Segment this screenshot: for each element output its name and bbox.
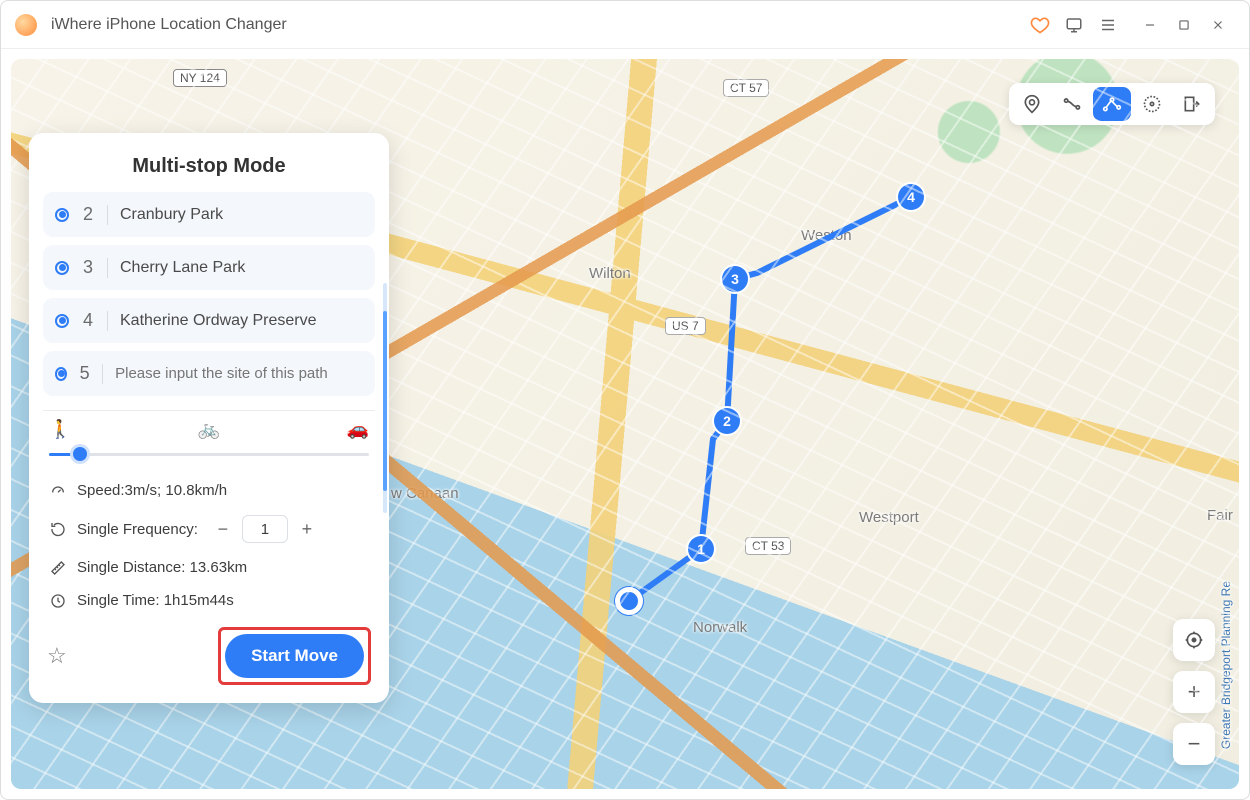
- frequency-decrement-button[interactable]: −: [212, 518, 234, 540]
- stop-row[interactable]: 2 Cranbury Park: [43, 192, 375, 237]
- map-shield-us7: US 7: [665, 317, 706, 335]
- map-label-norwalk: Norwalk: [693, 619, 747, 636]
- recenter-button[interactable]: [1173, 619, 1215, 661]
- map-shield-ny124: NY 124: [173, 69, 227, 87]
- map-label-westport: Westport: [859, 509, 919, 526]
- panel-scrollbar[interactable]: [383, 283, 387, 513]
- stop-row[interactable]: 4 Katherine Ordway Preserve: [43, 298, 375, 343]
- favorite-star-icon[interactable]: ☆: [47, 643, 67, 669]
- route-marker-1: 1: [688, 536, 714, 562]
- zoom-in-button[interactable]: +: [1173, 671, 1215, 713]
- map-attribution: Greater Bridgeport Planning Re: [1219, 581, 1233, 749]
- walk-icon[interactable]: 🚶: [49, 419, 71, 440]
- map-label-weston: Weston: [801, 227, 852, 244]
- mode-teleport-button[interactable]: [1013, 87, 1051, 121]
- window-minimize-icon[interactable]: [1133, 8, 1167, 42]
- car-icon[interactable]: 🚗: [347, 419, 369, 440]
- mode-two-spot-button[interactable]: [1053, 87, 1091, 121]
- route-marker-4: 4: [898, 184, 924, 210]
- route-marker-3: 3: [722, 266, 748, 292]
- stop-input[interactable]: [115, 365, 363, 382]
- app-window: iWhere iPhone Location Changer Wilton We…: [0, 0, 1250, 800]
- stop-row-pending[interactable]: 5: [43, 351, 375, 396]
- map-label-fair: Fair: [1207, 507, 1233, 524]
- window-close-icon[interactable]: [1201, 8, 1235, 42]
- route-marker-2: 2: [714, 408, 740, 434]
- stop-label: Cranbury Park: [120, 206, 223, 224]
- stop-number: 5: [79, 363, 90, 384]
- slider-thumb[interactable]: [73, 447, 87, 461]
- map-label-canaan: w Canaan: [391, 485, 459, 502]
- upgrade-icon[interactable]: [1023, 8, 1057, 42]
- distance-row: Single Distance: 13.63km: [39, 551, 379, 584]
- zoom-out-button[interactable]: −: [1173, 723, 1215, 765]
- multistop-panel: Multi-stop Mode 2 Cranbury Park 3 Cherry La…: [29, 133, 389, 703]
- map-shield-ct53: CT 53: [745, 537, 791, 555]
- app-title: iWhere iPhone Location Changer: [51, 16, 287, 34]
- stop-number: 2: [81, 204, 95, 225]
- panel-title: Multi-stop Mode: [39, 155, 379, 178]
- ruler-icon: [49, 560, 67, 576]
- mode-toolbar: [1009, 83, 1215, 125]
- feedback-icon[interactable]: [1057, 8, 1091, 42]
- app-logo-icon: [15, 14, 37, 36]
- speed-mode-icons: 🚶 🚲 🚗: [39, 419, 379, 440]
- time-row: Single Time: 1h15m44s: [39, 584, 379, 617]
- radio-icon: [55, 367, 67, 381]
- frequency-row: Single Frequency: − 1 +: [39, 507, 379, 551]
- gauge-icon: [49, 483, 67, 499]
- map-shield-ct57: CT 57: [723, 79, 769, 97]
- bike-icon[interactable]: 🚲: [198, 419, 220, 440]
- stop-number: 4: [81, 310, 95, 331]
- route-start-dot: [620, 592, 638, 610]
- speed-readout: Speed:3m/s; 10.8km/h: [39, 474, 379, 507]
- map-side-controls: + −: [1173, 619, 1215, 765]
- stop-label: Katherine Ordway Preserve: [120, 312, 317, 330]
- content-area: Wilton Weston Westport Norwalk w Canaan …: [1, 49, 1249, 799]
- radio-icon: [55, 208, 69, 222]
- mode-joystick-button[interactable]: [1133, 87, 1171, 121]
- frequency-increment-button[interactable]: +: [296, 518, 318, 540]
- clock-icon: [49, 593, 67, 609]
- titlebar: iWhere iPhone Location Changer: [1, 1, 1249, 49]
- repeat-icon: [49, 521, 67, 537]
- mode-export-button[interactable]: [1173, 87, 1211, 121]
- start-move-button[interactable]: Start Move: [225, 634, 364, 678]
- menu-icon[interactable]: [1091, 8, 1125, 42]
- map-label-wilton: Wilton: [589, 265, 631, 282]
- stop-label: Cherry Lane Park: [120, 259, 245, 277]
- window-maximize-icon[interactable]: [1167, 8, 1201, 42]
- radio-icon: [55, 314, 69, 328]
- speed-slider[interactable]: [49, 444, 369, 464]
- stop-number: 3: [81, 257, 95, 278]
- start-move-highlight: Start Move: [218, 627, 371, 685]
- mode-multi-stop-button[interactable]: [1093, 87, 1131, 121]
- radio-icon: [55, 261, 69, 275]
- stop-row[interactable]: 3 Cherry Lane Park: [43, 245, 375, 290]
- frequency-value: 1: [242, 515, 288, 543]
